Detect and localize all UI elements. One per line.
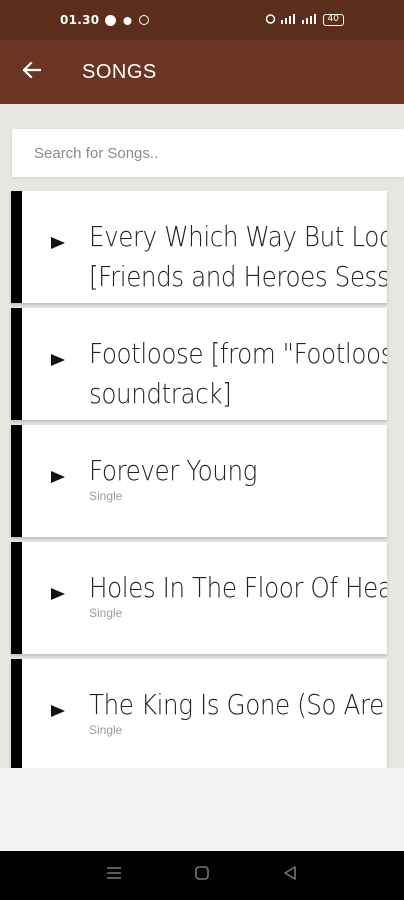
song-title: Every Which Way But Loose <box>89 220 387 253</box>
song-text: Holes In The Floor Of Heaven Single <box>89 568 387 620</box>
song-item[interactable]: Every Which Way But Loose [Friends and H… <box>11 191 387 303</box>
song-title: The King Is Gone (So Are You) <box>89 688 387 721</box>
status-right: 40 <box>265 13 344 27</box>
navigation-bar <box>0 851 404 900</box>
song-item[interactable]: Forever Young Single <box>11 425 387 537</box>
sync-icon <box>139 15 150 25</box>
play-icon[interactable] <box>46 465 70 489</box>
whatsapp-icon <box>105 14 117 26</box>
page-title: SONGS <box>82 60 157 83</box>
bottom-area <box>0 768 404 851</box>
signal-icon-1 <box>280 13 297 27</box>
signal-icon-2 <box>301 13 318 27</box>
play-icon[interactable] <box>46 582 70 606</box>
song-title-line2: [Friends and Heroes Session] <box>89 260 387 293</box>
menu-icon <box>106 866 122 885</box>
search-box <box>12 129 404 177</box>
song-text: Every Which Way But Loose [Friends and H… <box>89 217 387 297</box>
alarm-icon <box>265 13 276 27</box>
song-title: Footloose [from "Footloose" <box>89 337 387 370</box>
song-subtitle: Single <box>89 723 123 737</box>
play-icon[interactable] <box>46 699 70 723</box>
status-time: 01.30 <box>60 13 100 27</box>
search-input[interactable] <box>34 144 404 162</box>
song-title: Holes In The Floor Of Heaven <box>89 571 387 604</box>
nav-menu-button[interactable] <box>98 860 130 892</box>
battery-indicator: 40 <box>322 14 344 26</box>
nav-home-button[interactable] <box>186 860 218 892</box>
song-item[interactable]: Holes In The Floor Of Heaven Single <box>11 542 387 654</box>
song-text: Footloose [from "Footloose" soundtrack] <box>89 334 387 414</box>
arrow-left-icon <box>22 60 42 83</box>
song-list: Every Which Way But Loose [Friends and H… <box>11 191 389 768</box>
song-subtitle: Single <box>89 489 123 503</box>
app-bar: SONGS <box>0 40 404 104</box>
status-left: 01.30 <box>60 13 150 27</box>
home-icon <box>195 866 209 885</box>
content-area: Every Which Way But Loose [Friends and H… <box>0 104 404 768</box>
song-title-line2: soundtrack] <box>89 377 232 410</box>
song-item[interactable]: Footloose [from "Footloose" soundtrack] <box>11 308 387 420</box>
song-title: Forever Young <box>89 454 257 487</box>
status-bar: 01.30 40 <box>0 0 404 40</box>
notification-icon <box>122 15 133 26</box>
song-subtitle: Single <box>89 606 123 620</box>
play-icon[interactable] <box>46 231 70 255</box>
song-text: The King Is Gone (So Are You) Single <box>89 685 387 737</box>
back-triangle-icon <box>283 866 297 885</box>
song-text: Forever Young Single <box>89 451 387 503</box>
song-item[interactable]: The King Is Gone (So Are You) Single <box>11 659 387 768</box>
play-icon[interactable] <box>46 348 70 372</box>
nav-back-button[interactable] <box>274 860 306 892</box>
back-button[interactable] <box>0 40 64 104</box>
